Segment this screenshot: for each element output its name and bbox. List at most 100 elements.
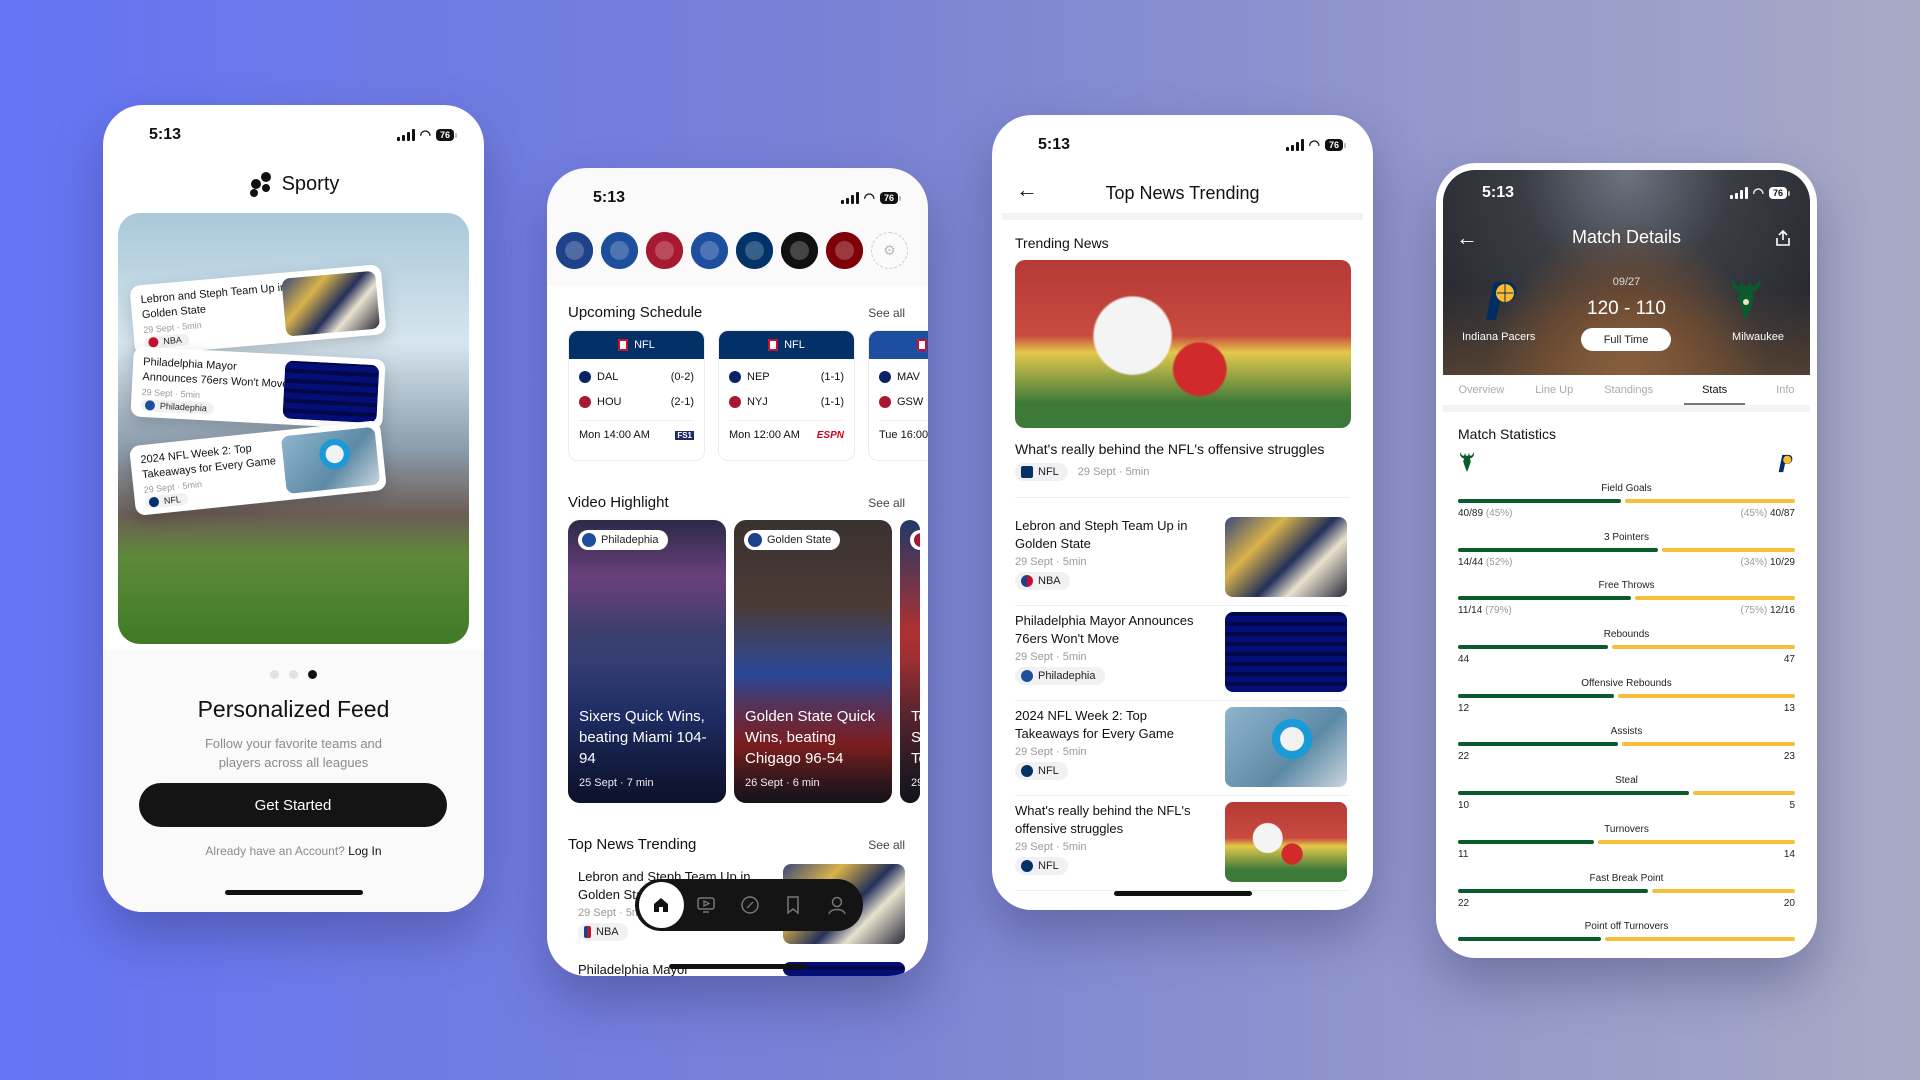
- team-line: NEP (1-1): [719, 364, 854, 389]
- stat-row: Offensive Rebounds 12 13: [1458, 676, 1795, 725]
- tab-standings[interactable]: Standings: [1604, 375, 1653, 405]
- video-meta: 26 Sept · 6 min: [745, 777, 820, 789]
- team-line: GSW: [869, 389, 928, 414]
- tabs-divider: [1443, 405, 1810, 412]
- schedule-card[interactable]: NFL NEP (1-1) NYJ (1-1) Mon 12:00 AM ESPN: [718, 330, 855, 461]
- pager-dot-active[interactable]: [308, 670, 317, 679]
- tab-info[interactable]: Info: [1776, 375, 1794, 405]
- stat-bar-left: [1458, 596, 1632, 601]
- app-name: Sporty: [281, 172, 340, 195]
- game-time: Tue 16:00: [879, 429, 928, 441]
- team-logo-icon: [579, 395, 591, 408]
- stat-bar-right: [1692, 791, 1795, 796]
- team-avatar[interactable]: [736, 232, 773, 269]
- stat-bar: [1458, 791, 1795, 796]
- stat-bar-left: [1458, 791, 1689, 796]
- pacers-logo-icon: [1478, 278, 1522, 322]
- match-status-pill: Full Time: [1581, 328, 1671, 351]
- schedule-card[interactable]: NBA MAV GSW Tue 16:00: [868, 330, 928, 461]
- team-avatar[interactable]: [826, 232, 863, 269]
- team-logo-icon: [579, 370, 591, 383]
- favorite-teams-row: ⚙: [556, 232, 908, 269]
- team-logo-icon: [1021, 860, 1033, 872]
- stat-right-pct: (45%): [1740, 508, 1768, 519]
- pager-dot[interactable]: [289, 670, 298, 679]
- stat-bar-left: [1458, 547, 1659, 552]
- video-icon: [696, 897, 715, 913]
- stat-bar: [1458, 742, 1795, 747]
- stat-bar: [1458, 499, 1795, 503]
- tab-videos[interactable]: [684, 896, 728, 914]
- video-card[interactable]: HoustonTexans Secure Top29 Sept: [900, 520, 920, 803]
- news-list-item[interactable]: Philadelphia Mayor Announces 76ers Won't…: [1015, 606, 1350, 701]
- team-avatar[interactable]: [601, 232, 638, 269]
- news-list: Lebron and Steph Team Up in Golden State…: [1015, 511, 1350, 891]
- share-icon[interactable]: [1774, 229, 1792, 247]
- stat-bar-left: [1458, 499, 1622, 503]
- news-list-item[interactable]: What's really behind the NFL's offensive…: [1015, 796, 1350, 891]
- trending-news-screen: 5:13 ◠ 76 ← Top News Trending Trending N…: [992, 115, 1373, 910]
- see-all-link[interactable]: See all: [868, 306, 905, 320]
- tab-line-up[interactable]: Line Up: [1535, 375, 1573, 405]
- news-list-item[interactable]: 2024 NFL Week 2: Top Takeaways for Every…: [1015, 701, 1350, 796]
- tab-explore[interactable]: [728, 895, 772, 915]
- preview-card-image: [281, 270, 381, 337]
- team-avatar[interactable]: [691, 232, 728, 269]
- tab-home[interactable]: [639, 882, 684, 928]
- featured-image[interactable]: [1015, 260, 1351, 428]
- featured-title[interactable]: What's really behind the NFL's offensive…: [1015, 441, 1359, 457]
- schedule-card-footer: Tue 16:00: [869, 421, 928, 449]
- tab-profile[interactable]: [815, 895, 859, 915]
- tab-saved[interactable]: [771, 895, 815, 915]
- tab-overview[interactable]: Overview: [1458, 375, 1504, 405]
- see-all-link[interactable]: See all: [868, 496, 905, 510]
- home-content: Upcoming Schedule See all NFL DAL (0-2) HOU…: [547, 286, 928, 976]
- stat-left-pct: (79%): [1485, 605, 1512, 617]
- stat-row: Free Throws 11/14 (79%) (75%) 12/16: [1458, 578, 1795, 627]
- video-card[interactable]: PhiladephiaSixers Quick Wins, beating Mi…: [568, 520, 726, 803]
- stat-bar: [1458, 839, 1795, 844]
- team-logo-icon: [729, 370, 741, 383]
- wifi-icon: ◠: [863, 190, 875, 205]
- get-started-button[interactable]: Get Started: [139, 783, 447, 827]
- stat-bar-right: [1652, 888, 1795, 893]
- league-logo-icon: [618, 339, 629, 351]
- pager-dot[interactable]: [270, 670, 279, 679]
- upcoming-header: Upcoming Schedule See all: [568, 304, 905, 321]
- back-button[interactable]: ←: [1016, 179, 1038, 201]
- login-link[interactable]: Log In: [348, 844, 381, 858]
- video-card[interactable]: Golden StateGolden State Quick Wins, bea…: [734, 520, 892, 803]
- signal-icon: [840, 192, 859, 204]
- status-bar: 5:13 ◠ 76: [547, 168, 928, 228]
- signal-icon: [1285, 139, 1304, 151]
- preview-card-image: [282, 360, 380, 424]
- stat-bar: [1458, 596, 1795, 601]
- league-tag: NBA: [578, 923, 628, 941]
- schedule-card[interactable]: NFL DAL (0-2) HOU (2-1) Mon 14:00 AM FS1: [568, 330, 705, 461]
- login-prompt: Already have an Account?: [205, 844, 345, 858]
- stat-bar: [1458, 693, 1795, 698]
- status-time: 5:13: [1482, 184, 1515, 201]
- wifi-icon: ◠: [419, 127, 431, 142]
- manage-teams-button[interactable]: ⚙: [871, 232, 908, 269]
- battery-icon: 76: [1324, 139, 1347, 151]
- game-time: Mon 14:00 AM: [579, 429, 650, 441]
- team-avatar[interactable]: [781, 232, 818, 269]
- schedule-card-header: NFL: [569, 331, 704, 359]
- nfl-icon: [1021, 466, 1033, 478]
- stat-label: Field Goals: [1601, 483, 1652, 494]
- news-list-item[interactable]: Lebron and Steph Team Up in Golden State…: [1015, 511, 1350, 606]
- team-avatar[interactable]: [556, 232, 593, 269]
- team-avatar[interactable]: [646, 232, 683, 269]
- stat-row: Assists 22 23: [1458, 724, 1795, 773]
- sporty-logo-icon: [249, 172, 271, 197]
- see-all-link[interactable]: See all: [868, 838, 905, 852]
- team-record: (1-1): [820, 395, 844, 408]
- stat-left-value: 14/44: [1458, 556, 1484, 568]
- stat-right-value: 20: [1783, 897, 1795, 909]
- stat-right-value: 10/29: [1769, 556, 1795, 568]
- tab-stats[interactable]: Stats: [1684, 375, 1746, 405]
- stat-left-pct: (52%): [1485, 556, 1513, 568]
- schedule-card-header: NBA: [869, 331, 928, 359]
- hero-image: Lebron and Steph Team Up in Golden State…: [118, 213, 469, 644]
